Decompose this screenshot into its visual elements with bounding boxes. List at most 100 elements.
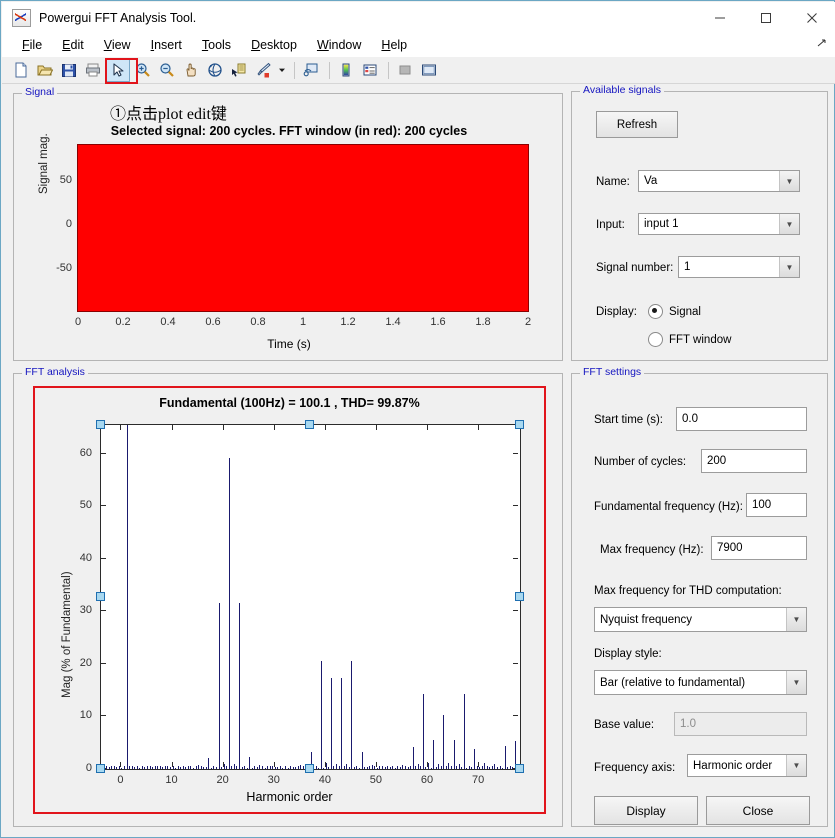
legend-icon[interactable] bbox=[359, 60, 381, 81]
radio-display-fft-window[interactable]: FFT window bbox=[648, 332, 731, 347]
input-combo[interactable]: input 1 ▼ bbox=[638, 213, 800, 235]
brush-select-data-icon[interactable] bbox=[252, 60, 274, 81]
colorbar-icon[interactable] bbox=[335, 60, 357, 81]
spectrum-noise-bar bbox=[346, 766, 348, 769]
brush-dropdown-icon[interactable] bbox=[276, 60, 287, 81]
selection-handle-middle-right[interactable] bbox=[514, 591, 524, 601]
signal-number-combo[interactable]: 1 ▼ bbox=[678, 256, 800, 278]
dock-arrow-icon[interactable] bbox=[816, 38, 827, 52]
spectrum-noise-bar bbox=[320, 765, 322, 769]
thd-max-frequency-combo[interactable]: Nyquist frequency ▼ bbox=[594, 607, 807, 632]
maximize-button[interactable] bbox=[743, 2, 789, 33]
spectrum-noise-bar bbox=[146, 766, 148, 769]
menu-window-rest: indow bbox=[328, 38, 362, 52]
selection-handle-top-right[interactable] bbox=[514, 419, 524, 429]
spectrum-noise-bar bbox=[392, 765, 394, 769]
selection-handle-bottom-right[interactable] bbox=[514, 763, 524, 773]
save-figure-icon[interactable] bbox=[58, 60, 80, 81]
new-figure-icon[interactable] bbox=[10, 60, 32, 81]
selection-handle-bottom-left[interactable] bbox=[95, 763, 105, 773]
signal-number-label: Signal number: bbox=[596, 262, 674, 274]
start-time-input[interactable]: 0.0 bbox=[676, 407, 807, 431]
menu-help-rest: elp bbox=[390, 38, 408, 52]
spectrum-noise-bar bbox=[111, 766, 113, 769]
spectrum-noise-bar bbox=[106, 765, 108, 769]
spectrum-noise-bar bbox=[134, 767, 136, 769]
frequency-axis-label: Frequency axis: bbox=[594, 762, 676, 774]
spectrum-noise-bar bbox=[126, 767, 128, 769]
close-button[interactable]: Close bbox=[706, 796, 810, 825]
selection-handle-bottom-center[interactable] bbox=[305, 763, 314, 773]
spectrum-noise-bar bbox=[139, 768, 141, 769]
minimize-button[interactable] bbox=[697, 2, 743, 33]
open-file-icon[interactable] bbox=[34, 60, 56, 81]
spectrum-noise-bar bbox=[164, 766, 166, 769]
base-value-label: Base value: bbox=[594, 719, 655, 731]
show-plot-tools-icon[interactable] bbox=[418, 60, 440, 81]
menu-window[interactable]: Window bbox=[307, 36, 371, 54]
spectrum-noise-bar bbox=[226, 766, 228, 769]
signal-x-axis-label: Time (s) bbox=[267, 337, 311, 351]
display-style-combo[interactable]: Bar (relative to fundamental) ▼ bbox=[594, 670, 807, 695]
spectrum-noise-bar bbox=[261, 766, 263, 769]
display-button[interactable]: Display bbox=[594, 796, 698, 825]
spectrum-noise-bar bbox=[208, 766, 210, 769]
spectrum-noise-bar bbox=[371, 767, 373, 769]
frequency-axis-combo[interactable]: Harmonic order ▼ bbox=[687, 754, 807, 777]
zoom-out-icon[interactable] bbox=[156, 60, 178, 81]
fundamental-frequency-input[interactable]: 100 bbox=[746, 493, 807, 517]
radio-dot-icon bbox=[648, 332, 663, 347]
spectrum-noise-bar bbox=[210, 767, 212, 769]
selection-handle-top-left[interactable] bbox=[95, 419, 105, 429]
print-figure-icon[interactable] bbox=[82, 60, 104, 81]
fft-xtickmark bbox=[478, 425, 480, 430]
max-frequency-input[interactable]: 7900 bbox=[711, 536, 807, 560]
link-plot-icon[interactable] bbox=[300, 60, 322, 81]
spectrum-bar bbox=[351, 661, 353, 769]
fft-xtickmark bbox=[273, 425, 275, 430]
name-combo-value: Va bbox=[644, 175, 658, 187]
spectrum-noise-bar bbox=[435, 767, 437, 769]
selection-handle-top-center[interactable] bbox=[305, 419, 314, 429]
pan-icon[interactable] bbox=[180, 60, 202, 81]
hide-plot-tools-icon[interactable] bbox=[394, 60, 416, 81]
menu-insert[interactable]: Insert bbox=[141, 36, 192, 54]
menu-edit[interactable]: Edit bbox=[52, 36, 94, 54]
fft-chart-plot-area[interactable] bbox=[100, 424, 521, 770]
spectrum-noise-bar bbox=[264, 767, 266, 769]
spectrum-noise-bar bbox=[504, 765, 506, 769]
selection-handle-middle-left[interactable] bbox=[95, 591, 105, 601]
chevron-down-icon: ▼ bbox=[786, 608, 806, 631]
name-combo[interactable]: Va ▼ bbox=[638, 170, 800, 192]
menu-view[interactable]: View bbox=[94, 36, 141, 54]
spectrum-noise-bar bbox=[198, 767, 200, 769]
signal-plot-area[interactable] bbox=[77, 144, 529, 312]
number-of-cycles-input[interactable]: 200 bbox=[701, 449, 807, 473]
fft-chart-title: Fundamental (100Hz) = 100.1 , THD= 99.87… bbox=[159, 396, 420, 410]
fft-plot-frame[interactable]: Fundamental (100Hz) = 100.1 , THD= 99.87… bbox=[33, 386, 546, 814]
toolbar bbox=[2, 57, 835, 84]
close-button[interactable] bbox=[789, 2, 835, 33]
radio-display-signal[interactable]: Signal bbox=[648, 304, 701, 319]
radio-display-fft-window-label: FFT window bbox=[669, 333, 732, 346]
plot-edit-pointer-icon[interactable] bbox=[106, 58, 130, 82]
refresh-button[interactable]: Refresh bbox=[596, 111, 678, 138]
spectrum-bar bbox=[330, 677, 332, 769]
menu-desktop[interactable]: Desktop bbox=[241, 36, 307, 54]
zoom-in-icon[interactable] bbox=[132, 60, 154, 81]
spectrum-noise-bar bbox=[364, 766, 366, 769]
menu-file[interactable]: File bbox=[12, 36, 52, 54]
signal-xtick-1.6: 1.6 bbox=[430, 316, 446, 328]
menu-tools[interactable]: Tools bbox=[192, 36, 241, 54]
data-cursor-icon[interactable] bbox=[228, 60, 250, 81]
signal-plot-title: Selected signal: 200 cycles. FFT window … bbox=[110, 124, 468, 138]
signal-xtick-1.2: 1.2 bbox=[340, 316, 356, 328]
rotate-3d-icon[interactable] bbox=[204, 60, 226, 81]
spectrum-noise-bar bbox=[425, 767, 427, 769]
base-value-input[interactable]: 1.0 bbox=[674, 712, 807, 736]
spectrum-noise-bar bbox=[190, 765, 192, 769]
fft-ytickmark bbox=[513, 662, 518, 664]
menu-help[interactable]: Help bbox=[371, 36, 417, 54]
toolbar-separator bbox=[294, 61, 295, 79]
spectrum-bar bbox=[463, 694, 465, 769]
